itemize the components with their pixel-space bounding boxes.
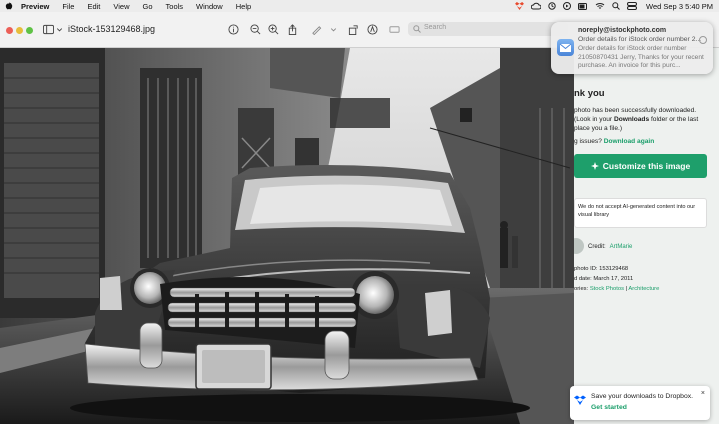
contributor-avatar: [574, 238, 584, 254]
istock-download-page: nk you photo has been successfully downl…: [574, 48, 719, 424]
sparkle-icon: [590, 162, 599, 170]
zoom-in-icon[interactable]: [268, 24, 279, 35]
mail-notification[interactable]: noreply@istockphoto.com Order details fo…: [551, 22, 713, 74]
cloud-status-icon[interactable]: [531, 2, 542, 10]
wifi-icon[interactable]: [595, 2, 605, 10]
photo-id: photo ID: 153129468: [574, 266, 629, 272]
notification-body: Order details for iStock order number 21…: [578, 45, 704, 69]
apple-icon[interactable]: [5, 2, 13, 10]
document-title: iStock-153129468.jpg: [68, 24, 156, 34]
menu-window[interactable]: Window: [196, 2, 223, 11]
close-window-button[interactable]: [6, 27, 13, 34]
menu-app-name[interactable]: Preview: [21, 2, 49, 11]
menu-file[interactable]: File: [62, 2, 74, 11]
markup-icon[interactable]: [311, 24, 322, 35]
notification-sender: noreply@istockphoto.com: [578, 27, 667, 34]
notification-options-icon[interactable]: [699, 36, 707, 44]
chevron-down-icon[interactable]: [56, 24, 63, 35]
download-message: photo has been successfully downloaded. …: [574, 106, 714, 133]
battery-icon[interactable]: [578, 2, 588, 10]
minimize-window-button[interactable]: [16, 27, 23, 34]
search-input[interactable]: Search: [408, 22, 568, 36]
credit-link[interactable]: ArtMarie: [610, 244, 633, 250]
zoom-window-button[interactable]: [26, 27, 33, 34]
menu-go[interactable]: Go: [143, 2, 153, 11]
dropbox-logo-icon: [574, 395, 586, 405]
search-placeholder: Search: [424, 24, 447, 31]
menu-view[interactable]: View: [113, 2, 129, 11]
menu-edit[interactable]: Edit: [87, 2, 100, 11]
menu-bar: Preview File Edit View Go Tools Window H…: [0, 0, 719, 12]
sidebar-icon[interactable]: [43, 24, 54, 35]
upload-date: d date: March 17, 2011: [574, 276, 634, 282]
page-heading: nk you: [574, 88, 605, 99]
collections-label: ories:: [574, 286, 589, 292]
control-center-icon[interactable]: [627, 2, 638, 10]
dropbox-message: Save your downloads to Dropbox.: [591, 393, 694, 400]
photo-credit: Credit: ArtMarie: [588, 244, 632, 250]
customize-image-label: Customize this image: [602, 161, 691, 171]
share-icon[interactable]: [287, 24, 298, 35]
menu-clock[interactable]: Wed Sep 3 5:40 PM: [646, 2, 713, 11]
issues-label: g issues?: [574, 138, 602, 145]
info-icon[interactable]: [228, 24, 239, 35]
menu-tools[interactable]: Tools: [166, 2, 184, 11]
rotate-icon[interactable]: [348, 24, 359, 35]
dropbox-close-button[interactable]: ×: [701, 390, 705, 397]
collection-architecture[interactable]: Architecture: [628, 286, 659, 292]
dropbox-popup: Save your downloads to Dropbox. Get star…: [570, 386, 710, 420]
collection-stock-photos[interactable]: Stock Photos: [590, 286, 624, 292]
download-issues: g issues? Download again: [574, 138, 654, 145]
collections: ories: Stock Photos | Architecture: [574, 286, 660, 292]
customize-image-button[interactable]: Customize this image: [574, 154, 707, 178]
play-status-icon[interactable]: [563, 2, 572, 10]
photo-canvas[interactable]: [0, 48, 574, 424]
sync-status-icon[interactable]: [548, 2, 556, 10]
menu-help[interactable]: Help: [236, 2, 251, 11]
highlight-icon[interactable]: [367, 24, 378, 35]
markup-chevron-icon[interactable]: [330, 24, 337, 35]
mail-app-icon: [557, 39, 574, 56]
ai-content-notice: We do not accept AI-generated content in…: [574, 198, 707, 228]
notification-subject: Order details for iStock order number 2.…: [578, 36, 702, 43]
credit-label: Credit:: [588, 244, 606, 250]
envelope-icon: [559, 43, 572, 52]
dropbox-status-icon[interactable]: [515, 2, 524, 10]
zoom-out-icon[interactable]: [250, 24, 261, 35]
download-again-link[interactable]: Download again: [604, 138, 655, 145]
spotlight-icon[interactable]: [612, 2, 620, 10]
vintage-car-photo: [0, 48, 574, 424]
crop-icon[interactable]: [389, 24, 400, 35]
dropbox-get-started-link[interactable]: Get started: [591, 404, 627, 411]
downloads-folder-text: Downloads: [613, 116, 650, 123]
search-icon: [413, 25, 421, 33]
